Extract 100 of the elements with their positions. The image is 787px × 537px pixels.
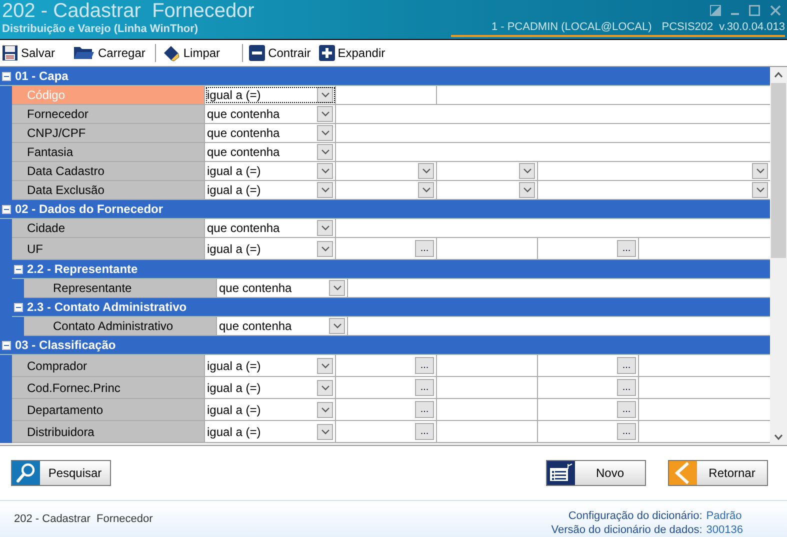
- value-field[interactable]: ...: [336, 377, 437, 398]
- lookup-button[interactable]: ...: [617, 379, 636, 396]
- collapse-icon[interactable]: [14, 264, 23, 274]
- section-header[interactable]: 01 - Capa: [0, 67, 770, 86]
- date-field[interactable]: [437, 181, 538, 199]
- lookup-button[interactable]: ...: [415, 401, 434, 418]
- operator-dropdown[interactable]: que contenha: [205, 143, 336, 161]
- dropdown-button[interactable]: [317, 240, 333, 256]
- dictionary-config-label: Configuração do dicionário:: [567, 509, 702, 523]
- value-field[interactable]: [336, 124, 770, 142]
- operator-dropdown[interactable]: igual a (=): [205, 421, 336, 442]
- scrollbar-thumb[interactable]: [771, 83, 786, 258]
- operator-dropdown[interactable]: que contenha: [217, 279, 348, 297]
- date-field[interactable]: [336, 162, 437, 180]
- date-field[interactable]: [538, 181, 770, 199]
- field-label[interactable]: Distribuidora: [12, 421, 205, 442]
- section-header[interactable]: 03 - Classificação: [0, 336, 770, 355]
- list-icon: [548, 463, 574, 483]
- back-button[interactable]: Retornar: [668, 460, 768, 486]
- lookup-button[interactable]: ...: [617, 357, 636, 374]
- operator-dropdown[interactable]: igual a (=): [205, 399, 336, 420]
- field-label[interactable]: Data Cadastro: [12, 162, 205, 180]
- collapse-icon[interactable]: [2, 72, 11, 80]
- value-field[interactable]: ...: [336, 421, 437, 442]
- section-header[interactable]: 2.3 - Contato Administrativo: [12, 298, 770, 317]
- close-icon[interactable]: [770, 4, 781, 16]
- lookup-button[interactable]: ...: [415, 379, 434, 396]
- clear-button[interactable]: Limpar: [160, 44, 222, 62]
- field-label[interactable]: UF: [12, 238, 205, 259]
- lookup-button[interactable]: ...: [617, 240, 636, 257]
- dropdown-button[interactable]: [317, 402, 333, 418]
- collapse-icon[interactable]: [2, 340, 11, 350]
- value-field[interactable]: ...: [538, 238, 639, 259]
- search-button[interactable]: Pesquisar: [11, 460, 111, 486]
- chevron-down-icon: [320, 428, 330, 434]
- load-button[interactable]: Carregar: [71, 44, 148, 62]
- new-button[interactable]: Novo: [546, 460, 646, 486]
- field-label[interactable]: Comprador: [12, 355, 205, 376]
- operator-dropdown[interactable]: que contenha: [205, 105, 336, 123]
- chevron-down-icon: [320, 92, 330, 98]
- lookup-button[interactable]: ...: [415, 357, 434, 374]
- field-label[interactable]: Representante: [24, 279, 217, 297]
- operator-dropdown[interactable]: igual a (=): [205, 181, 336, 199]
- expand-button[interactable]: Expandir: [316, 44, 388, 62]
- value-field[interactable]: [336, 86, 437, 104]
- lookup-button[interactable]: ...: [415, 240, 434, 257]
- value-field[interactable]: ...: [336, 355, 437, 376]
- field-label[interactable]: Cidade: [12, 219, 205, 237]
- chevron-down-icon: [320, 187, 330, 193]
- operator-dropdown[interactable]: que contenha: [205, 124, 336, 142]
- value-field[interactable]: ...: [538, 355, 639, 376]
- value-field[interactable]: [336, 105, 770, 123]
- dropdown-button[interactable]: [317, 424, 333, 440]
- minus-square-icon: [249, 45, 266, 61]
- value-field[interactable]: [348, 279, 770, 297]
- date-field[interactable]: [336, 181, 437, 199]
- value-field[interactable]: [336, 143, 770, 161]
- value-field[interactable]: ...: [538, 377, 639, 398]
- value-field[interactable]: ...: [538, 399, 639, 420]
- section-title: 2.2 - Representante: [27, 261, 138, 278]
- operator-dropdown[interactable]: que contenha: [217, 317, 348, 335]
- dropdown-button[interactable]: [317, 380, 333, 396]
- value-field[interactable]: [437, 86, 770, 104]
- collapse-icon[interactable]: [2, 204, 11, 214]
- dropdown-button[interactable]: [317, 87, 333, 103]
- operator-dropdown[interactable]: igual a (=): [205, 162, 336, 180]
- lookup-button[interactable]: ...: [617, 423, 636, 440]
- date-field[interactable]: [437, 162, 538, 180]
- collapse-icon[interactable]: [14, 302, 23, 312]
- section-header[interactable]: 2.2 - Representante: [12, 260, 770, 279]
- operator-dropdown[interactable]: igual a (=): [205, 238, 336, 259]
- section-header[interactable]: 02 - Dados do Fornecedor: [0, 200, 770, 219]
- field-label[interactable]: Fantasia: [12, 143, 205, 161]
- field-label[interactable]: Contato Administrativo: [24, 317, 217, 335]
- chevron-down-icon: [332, 323, 342, 329]
- dictionary-config-value: Padrão: [706, 509, 743, 523]
- operator-dropdown[interactable]: igual a (=): [205, 377, 336, 398]
- field-label[interactable]: CNPJ/CPF: [12, 124, 205, 142]
- value-field[interactable]: [348, 317, 770, 335]
- maximize-icon[interactable]: [749, 4, 760, 16]
- operator-dropdown[interactable]: que contenha: [205, 219, 336, 237]
- field-label[interactable]: Departamento: [12, 399, 205, 420]
- vertical-scrollbar[interactable]: [770, 67, 787, 445]
- chevron-down-icon: [522, 168, 532, 174]
- field-label[interactable]: Fornecedor: [12, 105, 205, 123]
- date-field[interactable]: [538, 162, 770, 180]
- field-label[interactable]: Cod.Fornec.Princ: [12, 377, 205, 398]
- lookup-button[interactable]: ...: [617, 401, 636, 418]
- value-field[interactable]: ...: [336, 399, 437, 420]
- operator-dropdown[interactable]: igual a (=): [205, 355, 336, 376]
- value-field[interactable]: [336, 219, 770, 237]
- value-field[interactable]: ...: [336, 238, 437, 259]
- dropdown-button[interactable]: [317, 358, 333, 374]
- lookup-button[interactable]: ...: [415, 423, 434, 440]
- save-button[interactable]: Salvar: [0, 44, 58, 62]
- value-field[interactable]: ...: [538, 421, 639, 442]
- field-label[interactable]: Data Exclusão: [12, 181, 205, 199]
- operator-dropdown[interactable]: igual a (=): [205, 86, 336, 104]
- chevron-down-icon: [422, 187, 430, 193]
- collapse-button[interactable]: Contrair: [247, 44, 313, 62]
